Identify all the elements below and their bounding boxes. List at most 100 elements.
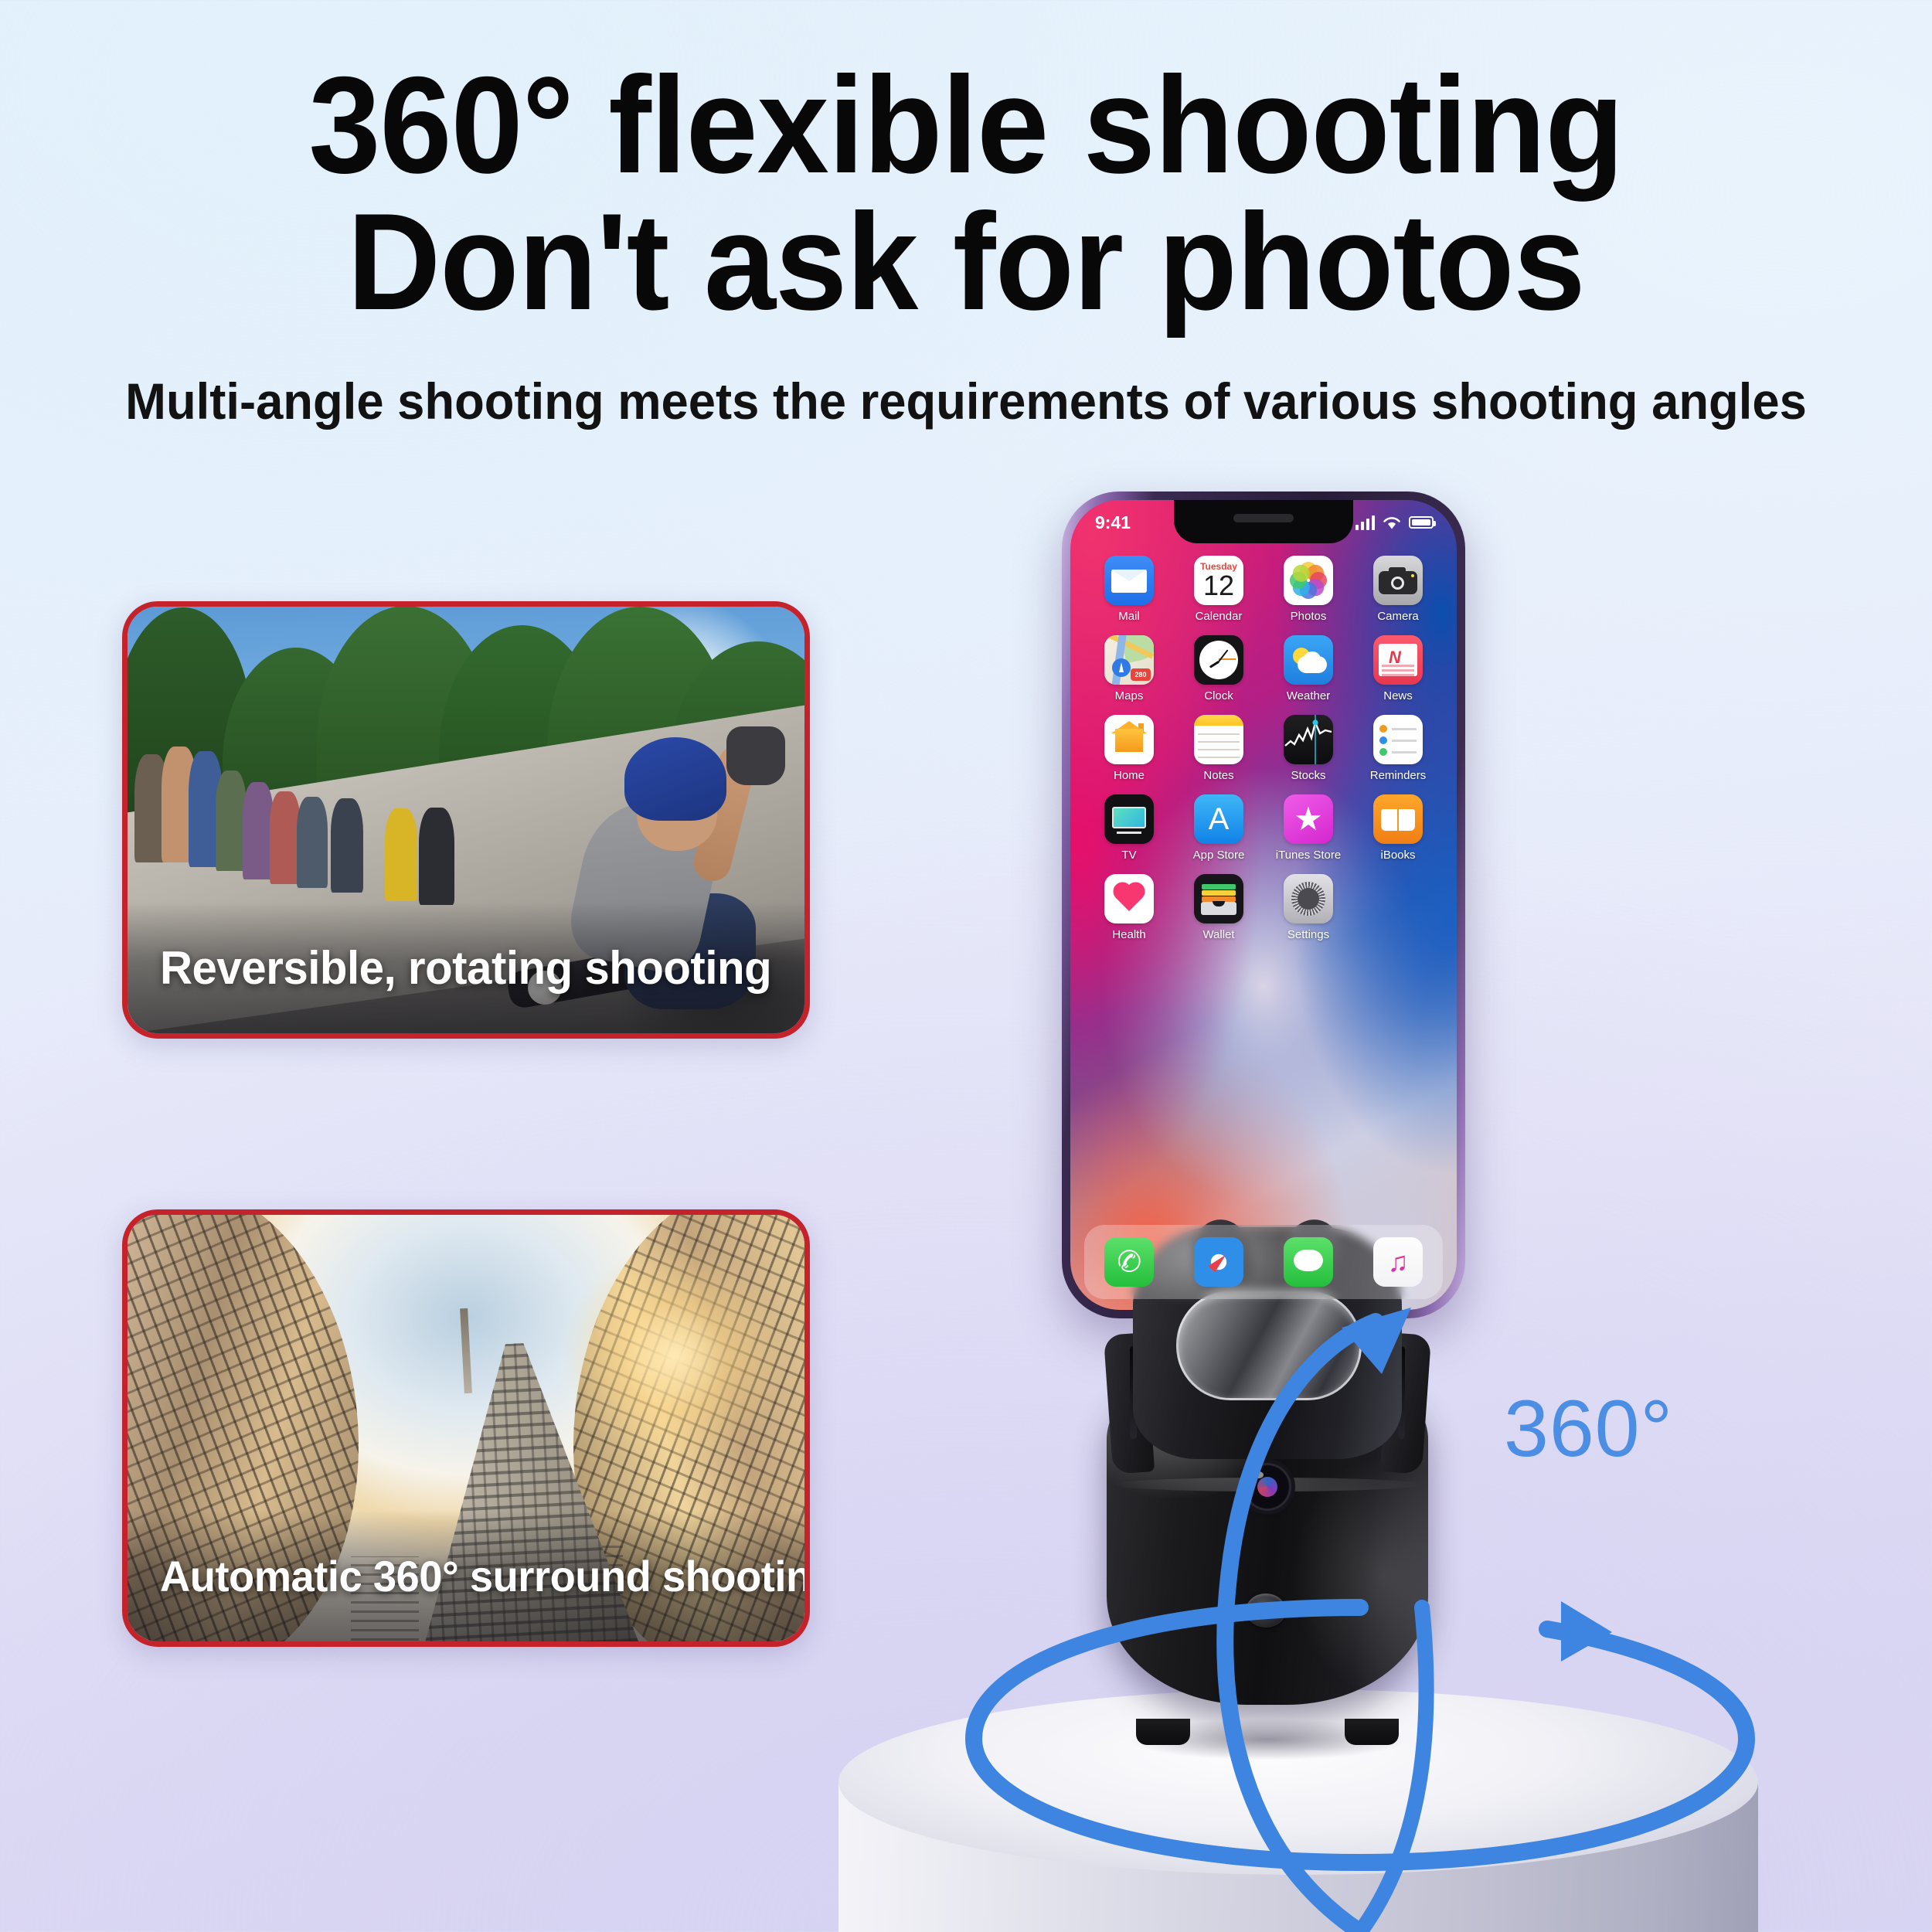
page-subtitle: Multi-angle shooting meets the requireme…: [125, 372, 1807, 430]
app-label: App Store: [1192, 849, 1245, 862]
app-photos[interactable]: Photos: [1268, 556, 1349, 623]
app-label: Health: [1112, 928, 1146, 941]
music-icon[interactable]: [1373, 1237, 1423, 1287]
app-label: News: [1383, 689, 1413, 702]
app-label: iTunes Store: [1275, 849, 1342, 862]
app-stocks[interactable]: Stocks: [1268, 715, 1349, 782]
calendar-day: 12: [1202, 570, 1235, 601]
mail-icon: [1104, 556, 1154, 605]
clock-icon: [1194, 635, 1243, 685]
app-store-icon: A: [1194, 794, 1243, 844]
app-label: Home: [1113, 769, 1145, 782]
home-icon: [1104, 715, 1154, 764]
feature-card-reversible: Reversible, rotating shooting: [122, 601, 810, 1039]
health-icon: [1104, 874, 1154, 923]
app-ibooks[interactable]: iBooks: [1358, 794, 1438, 862]
app-news[interactable]: N News: [1358, 635, 1438, 702]
tv-icon: [1104, 794, 1154, 844]
app-home[interactable]: Home: [1089, 715, 1169, 782]
app-app-store[interactable]: A App Store: [1179, 794, 1259, 862]
maps-route-badge: 280: [1131, 668, 1151, 681]
smartphone-mockup: 9:41 Mail Tuesday 12 Calendar Photos Cam…: [1062, 492, 1465, 1318]
app-itunes-store[interactable]: ★ iTunes Store: [1268, 794, 1349, 862]
camera-lens: [1243, 1463, 1291, 1511]
hero-header: 360° flexible shooting Don't ask for pho…: [0, 56, 1932, 430]
photos-icon: [1284, 556, 1333, 605]
title-line-1: 360° flexible shooting: [308, 48, 1624, 202]
app-store-glyph: A: [1208, 802, 1230, 836]
lens-glass-plate: [1176, 1291, 1362, 1400]
device-foot: [1345, 1719, 1399, 1745]
power-button[interactable]: [1246, 1594, 1286, 1628]
card-caption-text: Automatic 360° surround shooting: [160, 1551, 810, 1600]
app-label: Settings: [1287, 928, 1330, 941]
app-label: Maps: [1114, 689, 1144, 702]
app-weather[interactable]: Weather: [1268, 635, 1349, 702]
app-wallet[interactable]: Wallet: [1179, 874, 1259, 941]
phone-icon[interactable]: [1104, 1237, 1154, 1287]
device-foot: [1136, 1719, 1190, 1745]
rider-glove: [726, 726, 785, 786]
reminders-icon: [1373, 715, 1423, 764]
app-label: Notes: [1203, 769, 1234, 782]
card-caption: Automatic 360° surround shooting: [128, 1510, 804, 1641]
weather-icon: [1284, 635, 1333, 685]
battery-full-icon: [1409, 516, 1436, 529]
messages-icon[interactable]: [1284, 1237, 1333, 1287]
ibooks-icon: [1373, 794, 1423, 844]
spectator: [330, 798, 363, 893]
notes-icon: [1194, 715, 1243, 764]
spectator-vest: [384, 808, 417, 901]
itunes-store-icon: ★: [1284, 794, 1333, 844]
app-grid: Mail Tuesday 12 Calendar Photos Camera 2…: [1070, 556, 1457, 941]
app-label: Wallet: [1202, 928, 1235, 941]
wallet-icon: [1194, 874, 1243, 923]
app-maps[interactable]: 280 Maps: [1089, 635, 1169, 702]
app-label: TV: [1121, 849, 1137, 862]
sun-glow: [559, 1240, 791, 1473]
calendar-icon: Tuesday 12: [1194, 556, 1243, 605]
status-time: 9:41: [1095, 512, 1131, 532]
rotation-label: 360°: [1504, 1384, 1674, 1474]
app-label: Weather: [1286, 689, 1331, 702]
app-label: iBooks: [1380, 849, 1416, 862]
app-mail[interactable]: Mail: [1089, 556, 1169, 623]
page-title: 360° flexible shooting Don't ask for pho…: [58, 56, 1874, 339]
news-icon: N: [1373, 635, 1423, 685]
spectator: [215, 770, 247, 872]
phone-notch: [1174, 500, 1353, 543]
rider-helmet: [624, 737, 726, 821]
app-label: Clock: [1204, 689, 1233, 702]
app-camera[interactable]: Camera: [1358, 556, 1438, 623]
gimbal-device: [1066, 1216, 1468, 1760]
spectator: [297, 797, 328, 889]
maps-icon: 280: [1104, 635, 1154, 685]
phone-dock: [1084, 1225, 1443, 1299]
camera-icon: [1373, 556, 1423, 605]
itunes-glyph: ★: [1294, 801, 1323, 837]
card-caption: Reversible, rotating shooting: [128, 902, 804, 1033]
app-notes[interactable]: Notes: [1179, 715, 1259, 782]
spectator: [242, 782, 274, 880]
card-caption-text: Reversible, rotating shooting: [160, 941, 772, 994]
settings-icon: [1284, 874, 1333, 923]
app-clock[interactable]: Clock: [1179, 635, 1259, 702]
spectator: [269, 791, 301, 884]
safari-icon[interactable]: [1194, 1237, 1243, 1287]
cellular-bars-icon: [1355, 515, 1375, 530]
app-label: Calendar: [1195, 610, 1243, 623]
app-calendar[interactable]: Tuesday 12 Calendar: [1179, 556, 1259, 623]
app-health[interactable]: Health: [1089, 874, 1169, 941]
phone-screen: 9:41 Mail Tuesday 12 Calendar Photos Cam…: [1070, 500, 1457, 1310]
app-tv[interactable]: TV: [1089, 794, 1169, 862]
wifi-icon: [1383, 516, 1400, 529]
app-label: Reminders: [1369, 769, 1427, 782]
app-reminders[interactable]: Reminders: [1358, 715, 1438, 782]
app-settings[interactable]: Settings: [1268, 874, 1349, 941]
app-label: Camera: [1377, 610, 1419, 623]
title-line-2: Don't ask for photos: [347, 185, 1585, 339]
earpiece-speaker: [1233, 514, 1294, 522]
app-label: Mail: [1118, 610, 1140, 623]
spectator: [418, 808, 454, 906]
app-label: Photos: [1290, 610, 1327, 623]
